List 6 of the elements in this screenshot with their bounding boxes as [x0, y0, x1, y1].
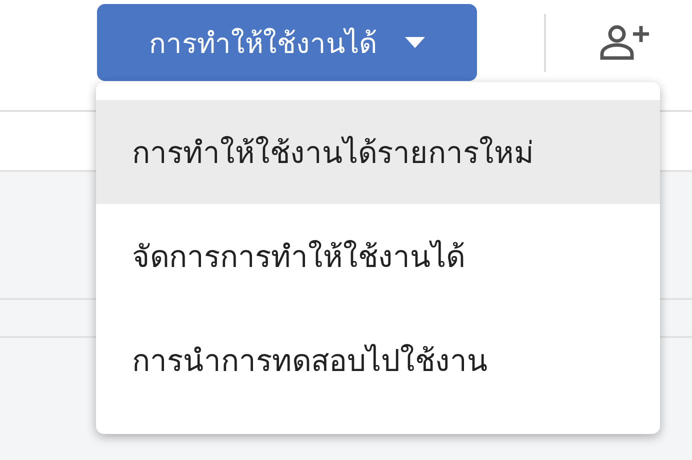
menu-item[interactable]: การทำให้ใช้งานได้รายการใหม่: [96, 100, 660, 204]
add-person-icon[interactable]: [599, 24, 649, 60]
caret-icon: [405, 36, 425, 48]
menu-item[interactable]: การนำการทดสอบไปใช้งาน: [96, 308, 660, 412]
menu-item[interactable]: จัดการการทำให้ใช้งานได้: [96, 204, 660, 308]
deploy-button[interactable]: การทำให้ใช้งานได้: [97, 4, 477, 81]
